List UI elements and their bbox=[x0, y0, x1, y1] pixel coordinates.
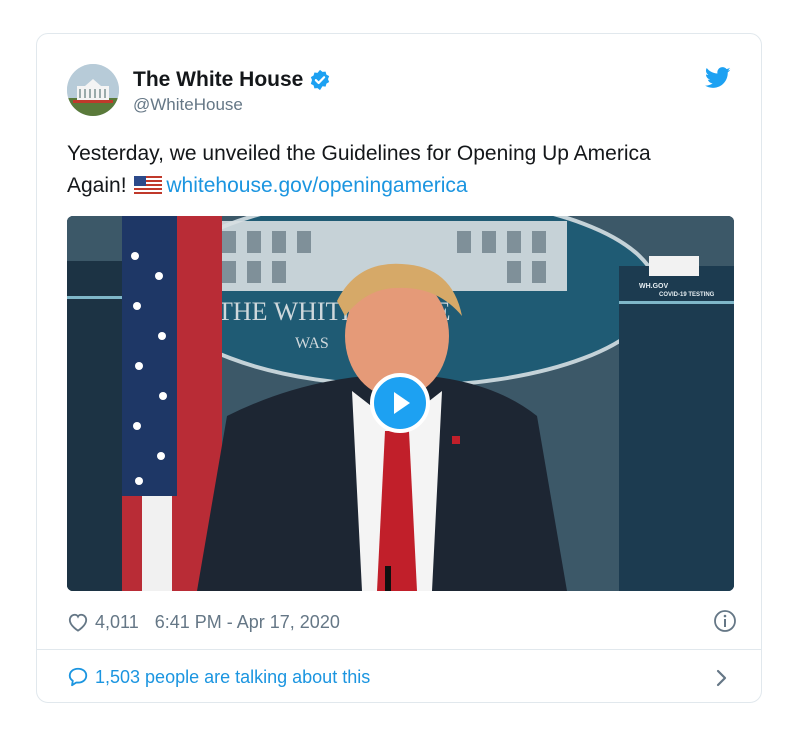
screen-text-2: COVID-19 TESTING bbox=[659, 292, 715, 298]
tweet-link[interactable]: whitehouse.gov/openingamerica bbox=[166, 174, 467, 197]
comment-bubble-icon bbox=[68, 667, 88, 687]
white-house-avatar-image bbox=[67, 64, 119, 116]
verified-badge-icon bbox=[311, 69, 330, 91]
info-icon[interactable] bbox=[713, 609, 737, 633]
tweet-meta: 4,011 6:41 PM - Apr 17, 2020 bbox=[67, 609, 737, 635]
video-thumbnail[interactable]: THE WHITE HOUSE WAS WH.GOV COVID-19 TEST… bbox=[67, 216, 734, 591]
chevron-right-icon[interactable] bbox=[715, 668, 729, 688]
tweet-card: The White House @WhiteHouse Yesterday, w… bbox=[36, 33, 762, 703]
divider bbox=[37, 649, 761, 650]
avatar[interactable] bbox=[67, 64, 119, 116]
play-button[interactable] bbox=[370, 373, 430, 433]
tweet-text-line2: Again! bbox=[67, 174, 127, 197]
us-flag-icon bbox=[134, 176, 163, 194]
twitter-bird-icon[interactable] bbox=[705, 67, 731, 89]
account-name[interactable]: The White House bbox=[133, 68, 303, 92]
timestamp[interactable]: 6:41 PM - Apr 17, 2020 bbox=[155, 612, 340, 633]
conversation-link[interactable]: 1,503 people are talking about this bbox=[67, 664, 370, 690]
conversation-text[interactable]: 1,503 people are talking about this bbox=[95, 667, 370, 688]
account-name-row[interactable]: The White House bbox=[133, 68, 331, 92]
tweet-text: Yesterday, we unveiled the Guidelines fo… bbox=[67, 138, 737, 202]
podium-subtext: WAS bbox=[295, 335, 329, 352]
screen-text-1: WH.GOV bbox=[639, 283, 668, 290]
account-handle[interactable]: @WhiteHouse bbox=[133, 95, 243, 115]
like-count[interactable]: 4,011 bbox=[95, 612, 139, 633]
heart-icon[interactable] bbox=[67, 612, 89, 632]
play-icon bbox=[394, 392, 410, 414]
tweet-text-line1: Yesterday, we unveiled the Guidelines fo… bbox=[67, 142, 651, 165]
